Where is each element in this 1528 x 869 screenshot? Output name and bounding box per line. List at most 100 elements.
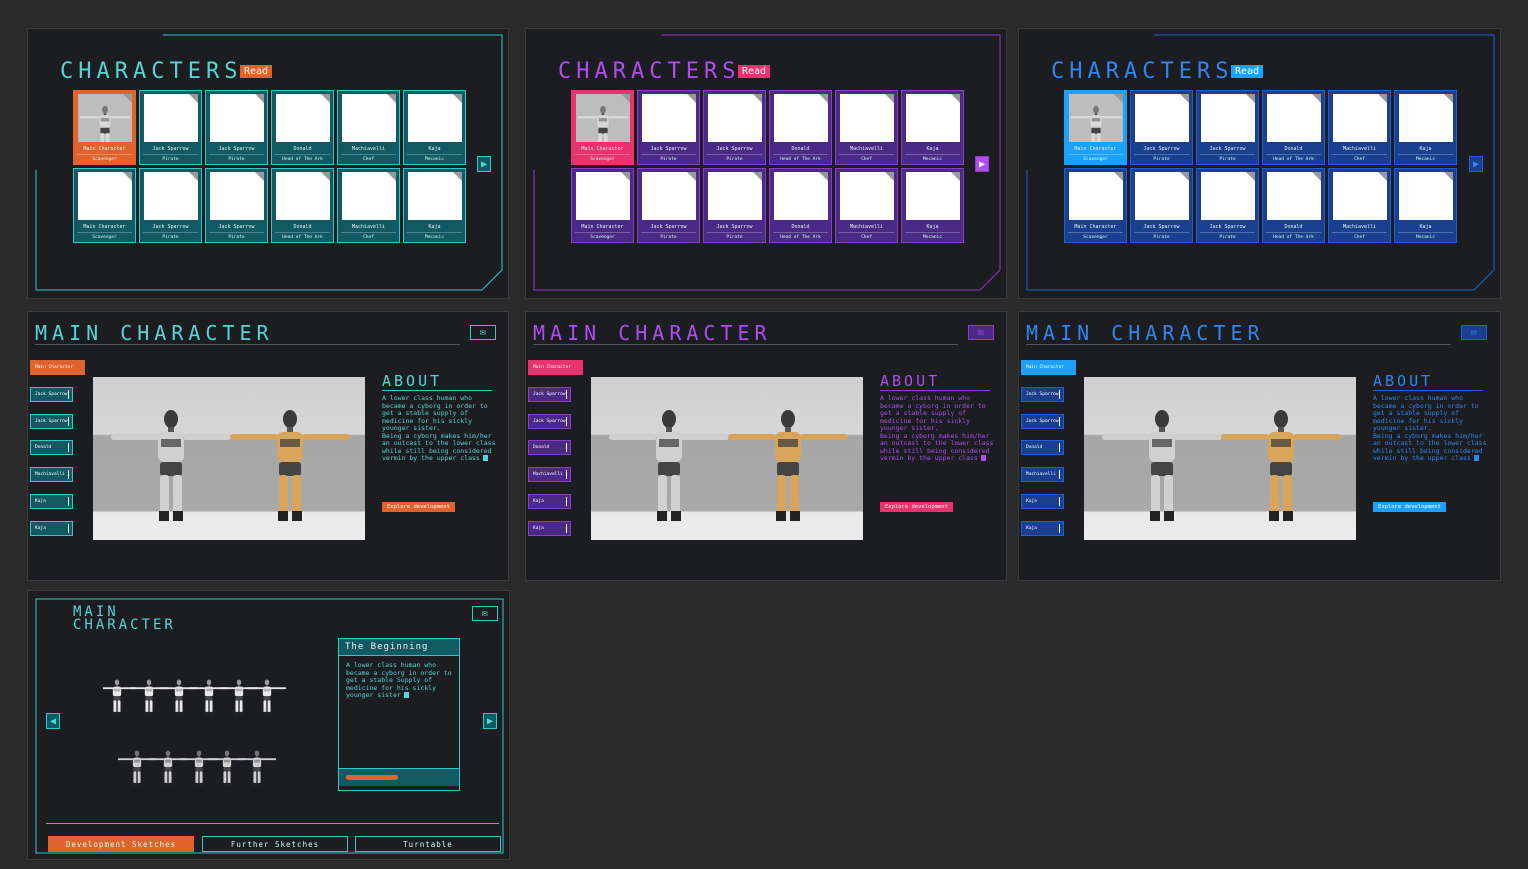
character-card[interactable]: Main Character Scavenger xyxy=(73,168,136,243)
side-menu-item[interactable]: Donald xyxy=(30,440,73,456)
character-card[interactable]: Jack Sparrow Pirate xyxy=(1196,90,1259,165)
character-card[interactable]: Kaja Mecanic xyxy=(403,168,466,243)
character-card[interactable]: Donald Head of The Ark xyxy=(1262,90,1325,165)
character-card[interactable]: Jack Sparrow Pirate xyxy=(703,90,766,165)
character-card[interactable]: Machiavelli Chef xyxy=(835,168,898,243)
prev-arrow-icon[interactable]: ◀ xyxy=(46,713,60,729)
model-viewer[interactable] xyxy=(1084,377,1356,540)
side-menu-item[interactable]: Kaja xyxy=(1021,520,1064,536)
mail-icon[interactable]: ✉ xyxy=(1461,325,1487,340)
character-card[interactable]: Main Character Scavenger xyxy=(73,90,136,165)
side-menu-item[interactable]: Donald xyxy=(1021,440,1064,456)
character-card[interactable]: Main Character Scavenger xyxy=(571,168,634,243)
turntable-render xyxy=(1102,410,1341,521)
mail-icon[interactable]: ✉ xyxy=(470,325,496,340)
next-page-arrow-icon[interactable]: ▶ xyxy=(477,156,491,172)
mail-icon[interactable]: ✉ xyxy=(472,606,498,621)
character-card[interactable]: Kaja Mecanic xyxy=(1394,168,1457,243)
character-card[interactable]: Jack Sparrow Pirate xyxy=(1130,90,1193,165)
character-card[interactable]: Jack Sparrow Pirate xyxy=(637,168,700,243)
character-card[interactable]: Jack Sparrow Pirate xyxy=(1130,168,1193,243)
side-menu-item[interactable]: Jack Sparrow xyxy=(30,413,73,429)
turntable-render xyxy=(609,410,848,521)
robot-figure xyxy=(103,679,137,716)
character-name: Kaja xyxy=(1419,224,1432,230)
character-role: Chef xyxy=(839,154,894,162)
mail-icon[interactable]: ✉ xyxy=(968,325,994,340)
side-menu-item[interactable]: Donald xyxy=(528,440,571,456)
character-role: Head of The Ark xyxy=(773,232,828,240)
character-card[interactable]: Jack Sparrow Pirate xyxy=(703,168,766,243)
side-menu-item[interactable]: Kaja xyxy=(528,494,571,509)
character-card[interactable]: Main Character Scavenger xyxy=(571,90,634,165)
character-card[interactable]: Machiavelli Chef xyxy=(337,90,400,165)
side-menu-item[interactable]: Jack Sparrow xyxy=(528,386,571,402)
character-card[interactable]: Kaja Mecanic xyxy=(901,90,964,165)
side-menu-item[interactable]: Machiavelli xyxy=(528,467,571,483)
character-card[interactable]: Jack Sparrow Pirate xyxy=(205,90,268,165)
character-card[interactable]: Kaja Mecanic xyxy=(1394,90,1457,165)
character-portrait xyxy=(641,172,696,220)
tab-further-sketches[interactable]: Further Sketches xyxy=(202,836,348,852)
character-portrait xyxy=(773,172,828,220)
character-card[interactable]: Machiavelli Chef xyxy=(1328,90,1391,165)
side-menu-item[interactable]: Main Character xyxy=(528,360,583,375)
character-role: Chef xyxy=(341,154,396,162)
robot-figure xyxy=(609,410,729,521)
side-menu-item[interactable]: Jack Sparrow xyxy=(30,386,73,402)
character-card[interactable]: Donald Head of The Ark xyxy=(769,168,832,243)
side-menu-label: Jack Sparrow xyxy=(35,391,68,397)
side-menu-item[interactable]: Jack Sparrow xyxy=(1021,413,1064,429)
side-menu-item[interactable]: Machiavelli xyxy=(30,467,73,483)
character-card[interactable]: Kaja Mecanic xyxy=(403,90,466,165)
side-menu-item[interactable]: Main Character xyxy=(30,360,85,375)
side-menu-item[interactable]: Jack Sparrow xyxy=(1021,386,1064,402)
side-menu-item[interactable]: Kaja xyxy=(1021,494,1064,509)
character-card[interactable]: Machiavelli Chef xyxy=(337,168,400,243)
character-card[interactable]: Jack Sparrow Pirate xyxy=(637,90,700,165)
about-heading: ABOUT xyxy=(382,372,443,390)
model-viewer[interactable] xyxy=(93,377,365,540)
character-card[interactable]: Donald Head of The Ark xyxy=(271,168,334,243)
character-card[interactable]: Jack Sparrow Pirate xyxy=(205,168,268,243)
next-page-arrow-icon[interactable]: ▶ xyxy=(1469,156,1483,172)
character-card[interactable]: Machiavelli Chef xyxy=(835,90,898,165)
character-role: Mecanic xyxy=(1398,154,1453,162)
next-arrow-icon[interactable]: ▶ xyxy=(483,713,497,729)
side-menu-bar xyxy=(1059,470,1060,480)
about-underline xyxy=(1373,390,1483,391)
side-menu-label: Machiavelli xyxy=(533,472,563,478)
character-card[interactable]: Main Character Scavenger xyxy=(1064,90,1127,165)
side-menu-bar xyxy=(1059,497,1060,506)
character-role: Pirate xyxy=(143,154,198,162)
tab-turntable[interactable]: Turntable xyxy=(355,836,501,852)
character-card[interactable]: Donald Head of The Ark xyxy=(1262,168,1325,243)
character-card[interactable]: Jack Sparrow Pirate xyxy=(1196,168,1259,243)
side-menu-item[interactable]: Main Character xyxy=(1021,360,1076,375)
character-card[interactable]: Main Character Scavenger xyxy=(1064,168,1127,243)
read-badge[interactable]: Read xyxy=(738,65,771,78)
character-portrait xyxy=(707,94,762,142)
side-menu-item[interactable]: Kaja xyxy=(528,520,571,536)
tab-development-sketches[interactable]: Development Sketches xyxy=(48,836,194,852)
character-card[interactable]: Kaja Mecanic xyxy=(901,168,964,243)
side-menu-item[interactable]: Machiavelli xyxy=(1021,467,1064,483)
model-viewer[interactable] xyxy=(591,377,863,540)
explore-development-button[interactable]: Explore development xyxy=(880,502,953,512)
next-page-arrow-icon[interactable]: ▶ xyxy=(975,156,989,172)
character-card[interactable]: Donald Head of The Ark xyxy=(271,90,334,165)
explore-development-button[interactable]: Explore development xyxy=(1373,502,1446,512)
side-menu-item[interactable]: Jack Sparrow xyxy=(528,413,571,429)
read-badge[interactable]: Read xyxy=(240,65,273,78)
page-title: CHARACTERS xyxy=(558,59,741,84)
character-card[interactable]: Jack Sparrow Pirate xyxy=(139,90,202,165)
character-card[interactable]: Machiavelli Chef xyxy=(1328,168,1391,243)
side-menu-item[interactable]: Kaja xyxy=(30,494,73,509)
character-card[interactable]: Donald Head of The Ark xyxy=(769,90,832,165)
side-menu-item[interactable]: Kaja xyxy=(30,520,73,536)
side-menu-label: Jack Sparrow xyxy=(1026,418,1059,424)
character-card[interactable]: Jack Sparrow Pirate xyxy=(139,168,202,243)
explore-development-button[interactable]: Explore development xyxy=(382,502,455,512)
read-badge[interactable]: Read xyxy=(1231,65,1264,78)
side-menu-bar xyxy=(68,470,69,480)
